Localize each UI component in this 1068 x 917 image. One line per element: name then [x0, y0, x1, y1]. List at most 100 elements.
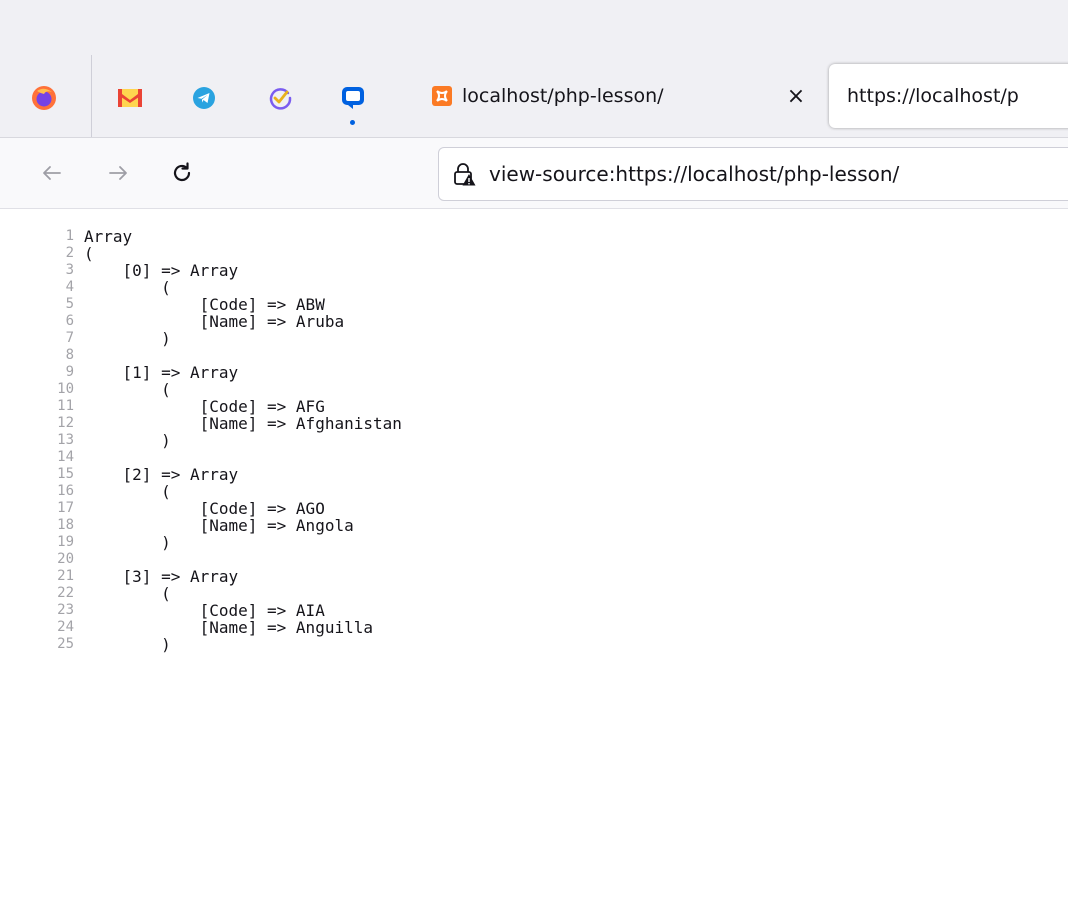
source-line: 22 ( [0, 585, 1068, 602]
reload-icon [173, 162, 191, 182]
source-line: 23 [Code] => AIA [0, 602, 1068, 619]
line-number: 17 [57, 500, 74, 516]
line-number: 24 [57, 619, 74, 635]
tab-bar: localhost/php-lesson/ × https://localhos… [0, 55, 1068, 137]
pinned-tab-firefox[interactable] [30, 84, 58, 112]
line-number: 6 [65, 313, 74, 329]
divider [0, 208, 1068, 209]
line-content: [Name] => Afghanistan [84, 414, 402, 433]
source-line: 8 [0, 347, 1068, 364]
source-line: 12 [Name] => Afghanistan [0, 415, 1068, 432]
tasks-icon [269, 88, 292, 110]
line-content: [2] => Array [84, 465, 239, 484]
forward-button[interactable] [103, 158, 133, 188]
line-number: 9 [65, 364, 74, 380]
insecure-lock-icon [454, 163, 476, 186]
source-line: 15 [2] => Array [0, 466, 1068, 483]
pinned-tab-tasks[interactable] [266, 84, 294, 112]
line-content: [Code] => AIA [84, 601, 325, 620]
line-content: [0] => Array [84, 261, 239, 280]
line-content: ( [84, 584, 171, 603]
navigation-toolbar: view-source:https://localhost/php-lesson… [0, 138, 1068, 209]
line-content: [3] => Array [84, 567, 239, 586]
line-content: ) [84, 431, 171, 450]
reload-button[interactable] [167, 158, 197, 188]
line-content: ( [84, 380, 171, 399]
line-content: ( [84, 278, 171, 297]
line-content: ( [84, 482, 171, 501]
source-view: 1 Array 2(3 [0] => Array 4 (5 [Code] => ABW… [0, 228, 1068, 653]
source-line: 4 ( [0, 279, 1068, 296]
browser-chrome: localhost/php-lesson/ × https://localhos… [0, 0, 1068, 209]
line-number: 4 [65, 279, 74, 295]
source-line: 9 [1] => Array [0, 364, 1068, 381]
back-arrow-icon [43, 166, 61, 180]
source-line: 19 ) [0, 534, 1068, 551]
source-line: 3 [0] => Array [0, 262, 1068, 279]
source-line: 20 [0, 551, 1068, 568]
line-number: 13 [57, 432, 74, 448]
line-number: 2 [65, 245, 74, 261]
line-number: 5 [65, 296, 74, 312]
source-line: 11 [Code] => AFG [0, 398, 1068, 415]
tab-localhost-php-lesson[interactable]: localhost/php-lesson/ × [418, 55, 828, 137]
tab-close-button[interactable]: × [782, 82, 810, 110]
source-line: 24 [Name] => Anguilla [0, 619, 1068, 636]
line-number: 15 [57, 466, 74, 482]
gmail-icon [118, 89, 142, 107]
line-number: 14 [57, 449, 74, 465]
pinned-tab-chat[interactable] [339, 84, 367, 112]
url-text: view-source:https://localhost/php-lesson… [489, 162, 900, 186]
chat-icon [342, 87, 364, 109]
line-content: [1] => Array [84, 363, 239, 382]
line-content: ) [84, 329, 171, 348]
line-number: 19 [57, 534, 74, 550]
line-number: 8 [65, 347, 74, 363]
line-content: Array [84, 227, 133, 246]
line-content: [Code] => AFG [84, 397, 325, 416]
source-line: 7 ) [0, 330, 1068, 347]
source-line: 1 Array [0, 228, 1068, 245]
line-number: 10 [57, 381, 74, 397]
line-number: 3 [65, 262, 74, 278]
line-content: ) [84, 533, 171, 552]
line-number: 25 [57, 636, 74, 652]
url-bar[interactable]: view-source:https://localhost/php-lesson… [438, 147, 1068, 201]
source-line: 18 [Name] => Angola [0, 517, 1068, 534]
line-number: 22 [57, 585, 74, 601]
line-content: [Code] => ABW [84, 295, 325, 314]
xampp-favicon-icon [432, 86, 452, 106]
back-button[interactable] [37, 158, 67, 188]
pinned-tab-gmail[interactable] [116, 84, 144, 112]
source-line: 17 [Code] => AGO [0, 500, 1068, 517]
telegram-icon [193, 87, 215, 109]
firefox-icon [32, 86, 56, 110]
line-content: [Name] => Anguilla [84, 618, 373, 637]
line-content: [Name] => Aruba [84, 312, 345, 331]
source-line: 10 ( [0, 381, 1068, 398]
source-line: 13 ) [0, 432, 1068, 449]
source-line: 2( [0, 245, 1068, 262]
line-number: 16 [57, 483, 74, 499]
line-content: ) [84, 635, 171, 654]
line-number: 23 [57, 602, 74, 618]
line-number: 21 [57, 568, 74, 584]
activity-indicator-dot [350, 120, 355, 125]
line-content: ( [84, 244, 94, 263]
source-line: 5 [Code] => ABW [0, 296, 1068, 313]
line-number: 11 [57, 398, 74, 414]
tab-active-view-source[interactable]: https://localhost/p [829, 64, 1068, 128]
pinned-tab-telegram[interactable] [190, 84, 218, 112]
line-number: 1 [65, 228, 74, 244]
line-content: [Name] => Angola [84, 516, 354, 535]
source-line: 25 ) [0, 636, 1068, 653]
source-line: 21 [3] => Array [0, 568, 1068, 585]
source-line: 14 [0, 449, 1068, 466]
line-number: 12 [57, 415, 74, 431]
tab-separator [91, 55, 92, 137]
tab-title: localhost/php-lesson/ [462, 85, 664, 107]
source-line: 6 [Name] => Aruba [0, 313, 1068, 330]
source-line: 16 ( [0, 483, 1068, 500]
tab-title: https://localhost/p [847, 85, 1019, 107]
line-content: [Code] => AGO [84, 499, 325, 518]
